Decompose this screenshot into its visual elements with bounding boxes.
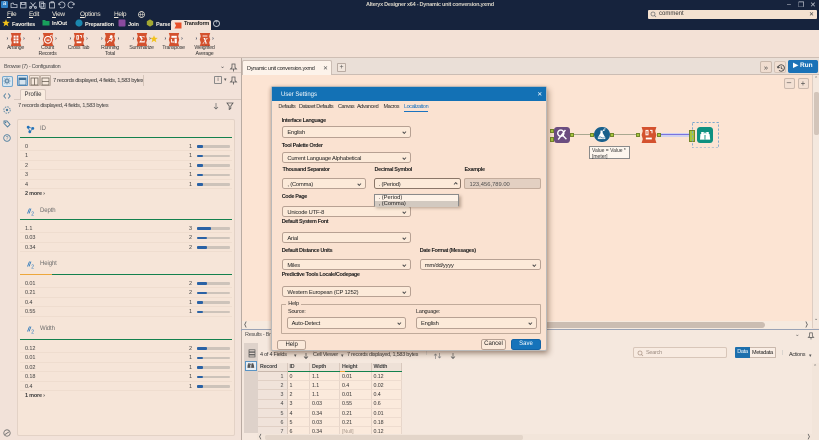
svg-text:2: 2 (31, 264, 34, 269)
svg-text:?: ? (6, 136, 9, 142)
svg-text:2: 2 (31, 211, 34, 216)
svg-text:2: 2 (31, 329, 34, 334)
